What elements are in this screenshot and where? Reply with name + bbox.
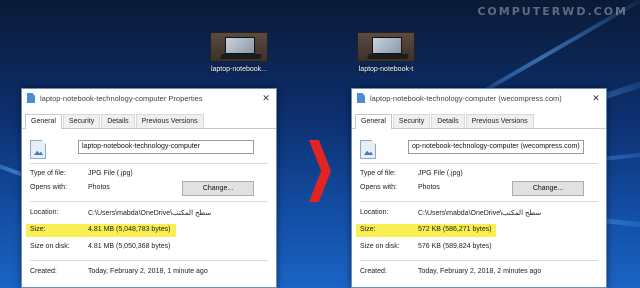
tab-details[interactable]: Details xyxy=(101,114,135,128)
desktop-file-caption: laptop-notebook-t xyxy=(358,66,414,73)
tab-previous-versions[interactable]: Previous Versions xyxy=(465,114,534,128)
title-bar[interactable]: laptop-notebook-technology-computer (wec… xyxy=(352,89,606,107)
divider xyxy=(30,163,268,164)
location-value: C:\Users\mabda\OneDrive\سطح المكتب xyxy=(418,210,542,217)
tab-details[interactable]: Details xyxy=(431,114,465,128)
type-row: Type of file: JPG File (.jpg) xyxy=(360,170,463,177)
created-row: Created: Today, February 2, 2018, 2 minu… xyxy=(360,268,541,275)
filename-input[interactable]: op-notebook-technology-computer (wecompr… xyxy=(408,140,584,154)
tab-security[interactable]: Security xyxy=(62,114,101,128)
window-title: laptop-notebook-technology-computer (wec… xyxy=(370,93,562,103)
size-on-disk-row: Size on disk: 576 KB (589,824 bytes) xyxy=(360,243,492,250)
opens-value: Photos xyxy=(88,184,110,191)
type-value: JPG File (.jpg) xyxy=(88,170,133,177)
divider xyxy=(360,260,598,261)
size-label: Size: xyxy=(30,226,46,233)
opens-label: Opens with: xyxy=(30,184,67,191)
tab-bar: General Security Details Previous Versio… xyxy=(22,107,276,129)
divider xyxy=(30,201,268,202)
size-on-disk-label: Size on disk: xyxy=(360,243,400,250)
jpg-thumbnail-icon xyxy=(357,32,415,62)
created-row: Created: Today, February 2, 2018, 1 minu… xyxy=(30,268,208,275)
type-value: JPG File (.jpg) xyxy=(418,170,463,177)
tab-bar: General Security Details Previous Versio… xyxy=(352,107,606,129)
window-title: laptop-notebook-technology-computer Prop… xyxy=(40,93,203,103)
opens-label: Opens with: xyxy=(360,184,397,191)
created-value: Today, February 2, 2018, 2 minutes ago xyxy=(418,268,542,275)
jpg-thumbnail-icon xyxy=(210,32,268,62)
size-value: 572 KB (586,271 bytes) xyxy=(418,226,492,233)
general-panel: laptop-notebook-technology-computer Type… xyxy=(22,129,276,287)
divider xyxy=(30,260,268,261)
size-on-disk-label: Size on disk: xyxy=(30,243,70,250)
desktop-file-left[interactable]: laptop-notebook... xyxy=(200,32,278,73)
created-label: Created: xyxy=(360,268,387,275)
properties-dialog-original: laptop-notebook-technology-computer Prop… xyxy=(21,88,277,288)
type-label: Type of file: xyxy=(360,170,396,177)
location-row: Location: C:\Users\mabda\OneDrive\سطح ال… xyxy=(30,209,211,217)
tab-general[interactable]: General xyxy=(25,114,62,129)
size-on-disk-row: Size on disk: 4.81 MB (5,050,368 bytes) xyxy=(30,243,171,250)
tab-previous-versions[interactable]: Previous Versions xyxy=(135,114,204,128)
location-value: C:\Users\mabda\OneDrive\سطح المكتب xyxy=(88,210,212,217)
location-label: Location: xyxy=(30,209,59,216)
type-label: Type of file: xyxy=(30,170,66,177)
size-label: Size: xyxy=(360,226,376,233)
created-label: Created: xyxy=(30,268,57,275)
jpg-file-icon xyxy=(357,93,365,103)
divider xyxy=(360,163,598,164)
location-row: Location: C:\Users\mabda\OneDrive\سطح ال… xyxy=(360,209,541,217)
image-file-icon xyxy=(30,140,46,159)
desktop-file-right[interactable]: laptop-notebook-t xyxy=(347,32,425,73)
opens-row: Opens with: Photos xyxy=(360,184,440,191)
size-on-disk-value: 4.81 MB (5,050,368 bytes) xyxy=(88,243,171,250)
title-bar[interactable]: laptop-notebook-technology-computer Prop… xyxy=(22,89,276,107)
opens-value: Photos xyxy=(418,184,440,191)
close-icon[interactable]: ✕ xyxy=(256,93,276,104)
created-value: Today, February 2, 2018, 1 minute ago xyxy=(88,268,208,275)
filename-input[interactable]: laptop-notebook-technology-computer xyxy=(78,140,254,154)
change-button[interactable]: Change... xyxy=(512,181,584,196)
location-label: Location: xyxy=(360,209,389,216)
tab-security[interactable]: Security xyxy=(392,114,431,128)
size-row: Size: 572 KB (586,271 bytes) xyxy=(360,226,492,233)
opens-row: Opens with: Photos xyxy=(30,184,110,191)
size-row: Size: 4.81 MB (5,048,783 bytes) xyxy=(30,226,171,233)
close-icon[interactable]: ✕ xyxy=(586,93,606,104)
divider xyxy=(360,201,598,202)
tab-general[interactable]: General xyxy=(355,114,392,129)
general-panel: op-notebook-technology-computer (wecompr… xyxy=(352,129,606,287)
image-file-icon xyxy=(360,140,376,159)
change-button[interactable]: Change... xyxy=(182,181,254,196)
properties-dialog-compressed: laptop-notebook-technology-computer (wec… xyxy=(351,88,607,288)
size-on-disk-value: 576 KB (589,824 bytes) xyxy=(418,243,492,250)
size-value: 4.81 MB (5,048,783 bytes) xyxy=(88,226,171,233)
type-row: Type of file: JPG File (.jpg) xyxy=(30,170,133,177)
watermark: COMPUTERWD.COM xyxy=(477,5,628,18)
desktop-file-caption: laptop-notebook... xyxy=(210,66,268,73)
jpg-file-icon xyxy=(27,93,35,103)
